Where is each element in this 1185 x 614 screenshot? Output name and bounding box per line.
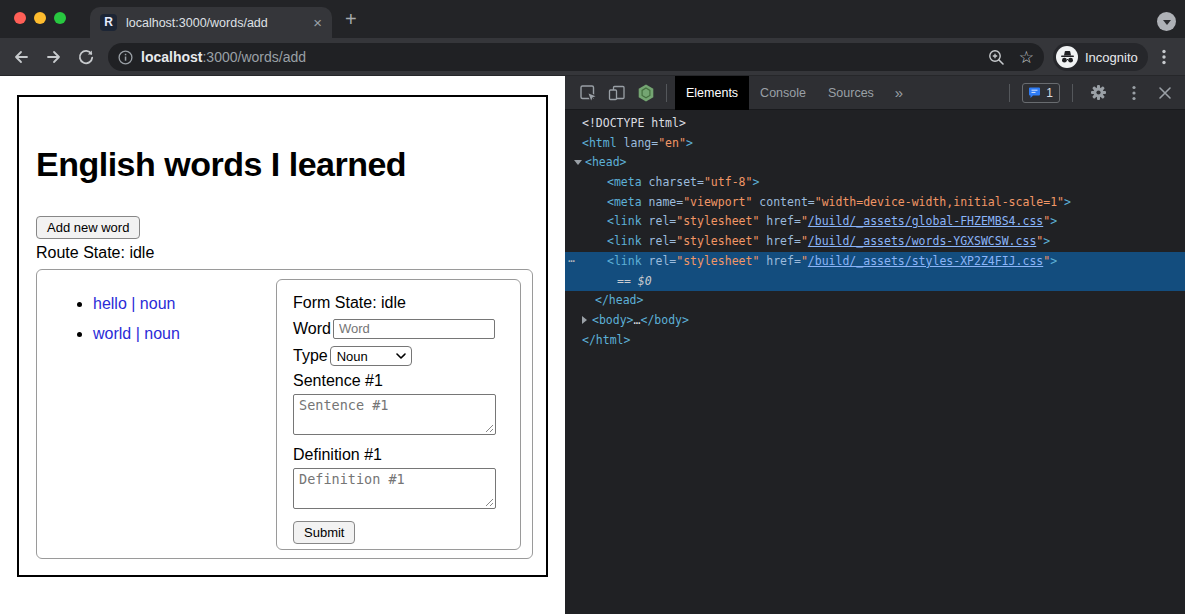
route-state-text: Route State: idle xyxy=(36,244,154,262)
browser-toolbar: localhost:3000/words/add ☆ Incognito xyxy=(0,38,1185,76)
minimize-window-button[interactable] xyxy=(34,12,46,24)
add-word-form: Form State: idle Word Type Noun Sentence… xyxy=(276,279,521,550)
chevron-down-icon xyxy=(1163,20,1171,25)
app-container: English words I learned Add new word Rou… xyxy=(17,95,548,577)
devtools-code-line[interactable]: </html> xyxy=(565,331,1185,351)
separator xyxy=(1072,84,1073,102)
inspect-element-icon[interactable] xyxy=(578,83,598,103)
device-toolbar-icon[interactable] xyxy=(607,83,627,103)
word-list: hello | noun world | noun xyxy=(37,295,180,355)
resize-handle-icon[interactable] xyxy=(485,424,494,433)
maximize-window-button[interactable] xyxy=(54,12,66,24)
separator xyxy=(1009,84,1010,102)
info-icon[interactable] xyxy=(118,50,133,65)
zoom-icon[interactable] xyxy=(988,49,1005,66)
issues-badge[interactable]: 1 xyxy=(1022,83,1060,103)
devtools-code-line[interactable]: ⋯<link rel="stylesheet" href="/build/_as… xyxy=(565,252,1185,272)
bookmark-star-icon[interactable]: ☆ xyxy=(1019,49,1034,66)
devtools-code-line[interactable]: <!DOCTYPE html> xyxy=(565,114,1185,134)
forward-button[interactable] xyxy=(45,48,63,66)
chevron-down-icon xyxy=(396,353,406,359)
word-input[interactable] xyxy=(333,319,495,339)
tab-close-icon[interactable]: × xyxy=(313,15,322,30)
devtools-code-line[interactable]: <link rel="stylesheet" href="/build/_ass… xyxy=(565,232,1185,252)
devtools-tabs: ElementsConsoleSources xyxy=(675,76,885,110)
add-new-word-button[interactable]: Add new word xyxy=(36,216,140,239)
word-list-item: hello | noun xyxy=(93,295,180,313)
back-button[interactable] xyxy=(12,48,30,66)
incognito-label: Incognito xyxy=(1085,50,1138,65)
word-link[interactable]: world | noun xyxy=(93,325,180,342)
devtools-dom-tree[interactable]: <!DOCTYPE html><html lang="en"><head><me… xyxy=(565,110,1185,614)
resize-handle-icon[interactable] xyxy=(485,498,494,507)
devtools-menu-icon[interactable] xyxy=(1125,84,1143,102)
expand-arrow-down-icon[interactable] xyxy=(574,160,582,165)
devtools-tab-sources[interactable]: Sources xyxy=(817,76,885,110)
browser-tab[interactable]: R localhost:3000/words/add × xyxy=(90,7,332,38)
devtools-tab-elements[interactable]: Elements xyxy=(675,76,749,110)
definition-textarea[interactable] xyxy=(293,468,496,509)
devtools-code-line[interactable]: <meta name="viewport" content="width=dev… xyxy=(565,193,1185,213)
definition-label: Definition #1 xyxy=(293,445,504,465)
word-link[interactable]: hello | noun xyxy=(93,295,175,312)
extension-hexagon-icon[interactable] xyxy=(636,83,656,103)
tab-search-button[interactable] xyxy=(1157,12,1176,31)
form-state-text: Form State: idle xyxy=(293,293,504,313)
devtools-code-line[interactable]: <link rel="stylesheet" href="/build/_ass… xyxy=(565,212,1185,232)
separator xyxy=(666,84,667,102)
incognito-icon xyxy=(1056,46,1078,68)
reload-button[interactable] xyxy=(77,48,95,66)
devtools-toolbar: ElementsConsoleSources » 1 xyxy=(565,76,1185,110)
tab-strip: R localhost:3000/words/add × + xyxy=(0,0,1185,38)
expand-arrow-right-icon[interactable] xyxy=(582,316,587,324)
sentence-label: Sentence #1 xyxy=(293,371,504,391)
words-panel: hello | noun world | noun Form State: idl… xyxy=(36,269,533,559)
tab-title: localhost:3000/words/add xyxy=(126,16,307,30)
browser-menu-icon[interactable] xyxy=(1155,48,1173,66)
address-bar[interactable]: localhost:3000/words/add ☆ xyxy=(108,43,1044,71)
submit-button[interactable]: Submit xyxy=(293,521,355,544)
close-devtools-icon[interactable] xyxy=(1157,85,1173,101)
line-actions-icon[interactable]: ⋯ xyxy=(568,252,574,272)
devtools-code-line[interactable]: </head> xyxy=(565,291,1185,311)
devtools-code-line[interactable]: == $0 xyxy=(565,272,1185,292)
page-content: English words I learned Add new word Rou… xyxy=(0,76,565,614)
more-tabs-icon[interactable]: » xyxy=(885,84,913,101)
url-text[interactable]: localhost:3000/words/add xyxy=(141,49,306,65)
sentence-textarea[interactable] xyxy=(293,394,496,435)
remix-favicon-icon: R xyxy=(100,14,117,31)
devtools-code-line[interactable]: <meta charset="utf-8"> xyxy=(565,173,1185,193)
word-list-item: world | noun xyxy=(93,325,180,343)
page-title: English words I learned xyxy=(36,145,406,184)
close-window-button[interactable] xyxy=(14,12,26,24)
incognito-badge: Incognito xyxy=(1053,43,1148,71)
devtools-code-line[interactable]: <body>…</body> xyxy=(565,311,1185,331)
devtools-code-line[interactable]: <html lang="en"> xyxy=(565,134,1185,154)
issue-count: 1 xyxy=(1046,86,1053,100)
new-tab-button[interactable]: + xyxy=(345,9,357,29)
devtools-panel: ElementsConsoleSources » 1 xyxy=(565,76,1185,614)
devtools-code-line[interactable]: <head> xyxy=(565,153,1185,173)
devtools-tab-console[interactable]: Console xyxy=(749,76,817,110)
type-select[interactable]: Noun xyxy=(330,346,412,366)
word-label: Word xyxy=(293,320,331,338)
message-bubble-icon xyxy=(1028,87,1041,99)
settings-gear-icon[interactable] xyxy=(1089,83,1108,102)
type-label: Type xyxy=(293,347,328,365)
